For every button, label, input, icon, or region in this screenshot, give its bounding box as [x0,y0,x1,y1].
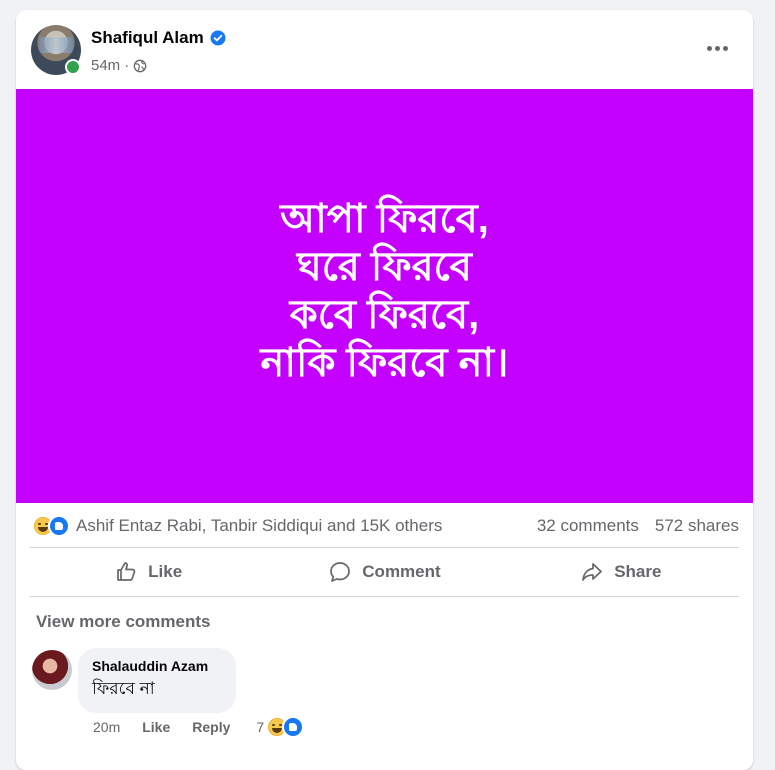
comment-meta: 20m Like Reply 7 [93,716,305,738]
post-time[interactable]: 54m [91,57,120,74]
online-status-dot [65,59,81,75]
more-dot [722,45,728,51]
comments-count[interactable]: 32 comments [537,516,639,536]
more-dot [714,45,720,51]
post-text: আপা ফিরবে, ঘরে ফিরবে কবে ফিরবে, নাকি ফির… [260,197,509,385]
comment-time[interactable]: 20m [93,719,120,735]
comment-icon [330,562,351,582]
like-button[interactable]: Like [30,550,266,594]
thumbs-up-icon [117,562,136,581]
reaction-names[interactable]: Ashif Entaz Rabi, Tanbir Siddiqui and 15… [76,516,521,536]
meta-separator: · [124,57,130,74]
share-icon [582,563,603,581]
shares-count[interactable]: 572 shares [655,516,739,536]
like-reaction-icon [48,515,70,537]
divider [30,596,739,597]
share-label: Share [614,562,662,581]
reactions-summary: Ashif Entaz Rabi, Tanbir Siddiqui and 15… [32,513,739,539]
comment-reaction-icons[interactable] [266,716,305,738]
like-reaction-icon [282,716,305,738]
comment-bubble: Shalauddin Azam ফিরবে না [78,648,236,713]
post-content: আপা ফিরবে, ঘরে ফিরবে কবে ফিরবে, নাকি ফির… [16,89,753,503]
more-horizontal-icon [706,45,712,51]
globe-icon [133,59,147,72]
reaction-icons[interactable] [32,515,70,537]
comment-like-button[interactable]: Like [142,719,170,735]
comment-label: Comment [362,562,441,581]
share-button[interactable]: Share [503,550,739,594]
comment-text: ফিরবে না [92,679,155,698]
view-more-comments-link[interactable]: View more comments [36,612,210,632]
author-name[interactable]: Shafiqul Alam [91,28,204,48]
post-card: Shafiqul Alam 54m · আপা ফিরবে, ঘরে ফিরবে… [16,10,753,770]
comment-reply-button[interactable]: Reply [192,719,230,735]
action-bar: Like Comment Share [30,548,739,596]
more-options-button[interactable] [699,36,735,60]
post-meta: 54m · [91,57,147,74]
post-author: Shafiqul Alam [91,28,226,48]
verified-badge-icon [210,30,226,46]
commenter-avatar[interactable] [32,650,72,690]
like-label: Like [148,562,183,581]
comment-reaction-count[interactable]: 7 [256,719,264,735]
author-avatar[interactable] [31,25,81,75]
commenter-name[interactable]: Shalauddin Azam [92,658,222,674]
comment-button[interactable]: Comment [266,550,502,594]
